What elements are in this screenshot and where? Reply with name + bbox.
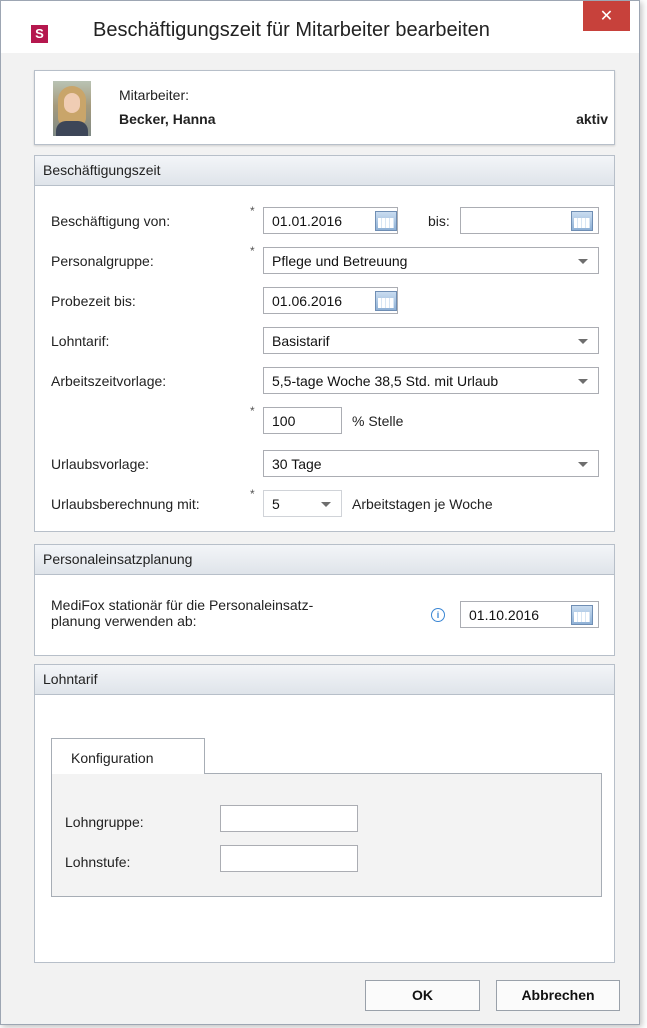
wage-level-label: Lohnstufe: [65, 854, 131, 870]
calc-label: Urlaubsberechnung mit: [51, 496, 200, 512]
tariff-tab-area: Lohngruppe: Lohnstufe: Konfiguration [51, 738, 602, 897]
required-mark: * [250, 404, 255, 418]
employee-status: aktiv [576, 111, 608, 127]
group-select[interactable]: Pflege und Betreuung [263, 247, 599, 274]
employee-name: Becker, Hanna [119, 111, 216, 127]
wage-select[interactable]: Basistarif [263, 327, 599, 354]
employment-panel: Beschäftigungszeit Beschäftigung von: * … [34, 155, 615, 532]
planning-label-line1: MediFox stationär für die Personaleinsat… [51, 597, 314, 613]
wage-group-input[interactable] [220, 805, 358, 832]
dialog-window: S Beschäftigungszeit für Mitarbeiter bea… [0, 0, 640, 1025]
employment-from-label: Beschäftigung von: [51, 213, 171, 229]
title-bar: S Beschäftigungszeit für Mitarbeiter bea… [1, 1, 639, 53]
calc-select[interactable]: 5 [263, 490, 342, 517]
dialog-title: Beschäftigungszeit für Mitarbeiter bearb… [93, 19, 490, 41]
required-mark: * [250, 204, 255, 218]
calendar-icon[interactable] [571, 605, 593, 625]
vacation-label: Urlaubsvorlage: [51, 456, 150, 472]
employment-header: Beschäftigungszeit [35, 156, 614, 186]
vacation-select[interactable]: 30 Tage [263, 450, 599, 477]
avatar [53, 81, 91, 136]
required-mark: * [250, 487, 255, 501]
chevron-down-icon [578, 259, 588, 264]
chevron-down-icon [578, 339, 588, 344]
worktime-select[interactable]: 5,5-tage Woche 38,5 Std. mit Urlaub [263, 367, 599, 394]
worktime-label: Arbeitszeitvorlage: [51, 373, 167, 389]
calc-suffix: Arbeitstagen je Woche [352, 496, 493, 512]
chevron-down-icon [321, 502, 331, 507]
group-label: Personalgruppe: [51, 253, 154, 269]
percent-suffix: % Stelle [352, 413, 404, 429]
wage-level-input[interactable] [220, 845, 358, 872]
calendar-icon[interactable] [571, 211, 593, 231]
chevron-down-icon [578, 379, 588, 384]
group-select-value: Pflege und Betreuung [272, 253, 408, 269]
calendar-icon[interactable] [375, 291, 397, 311]
wage-group-label: Lohngruppe: [65, 814, 144, 830]
tariff-panel: Lohntarif Lohngruppe: Lohnstufe: Konfigu… [34, 664, 615, 963]
required-mark: * [250, 244, 255, 258]
planning-label-line2: planung verwenden ab: [51, 613, 197, 629]
calc-select-value: 5 [272, 496, 280, 512]
chevron-down-icon [578, 462, 588, 467]
close-button[interactable]: ✕ [583, 1, 630, 31]
wage-select-value: Basistarif [272, 333, 330, 349]
calendar-icon[interactable] [375, 211, 397, 231]
wage-label: Lohntarif: [51, 333, 110, 349]
tab-configuration[interactable]: Konfiguration [51, 738, 205, 774]
employee-card: Mitarbeiter: Becker, Hanna aktiv [34, 70, 615, 145]
employment-to-label: bis: [428, 213, 450, 229]
app-icon: S [31, 25, 48, 43]
tab-content: Lohngruppe: Lohnstufe: [51, 773, 602, 897]
vacation-select-value: 30 Tage [272, 456, 322, 472]
worktime-select-value: 5,5-tage Woche 38,5 Std. mit Urlaub [272, 373, 499, 389]
employee-caption: Mitarbeiter: [119, 87, 190, 103]
planning-header: Personaleinsatzplanung [35, 545, 614, 575]
probation-label: Probezeit bis: [51, 293, 136, 309]
info-icon[interactable]: i [431, 608, 445, 622]
ok-button[interactable]: OK [365, 980, 480, 1011]
tariff-header: Lohntarif [35, 665, 614, 695]
cancel-button[interactable]: Abbrechen [496, 980, 620, 1011]
planning-panel: Personaleinsatzplanung MediFox stationär… [34, 544, 615, 656]
percent-input[interactable]: 100 [263, 407, 342, 434]
